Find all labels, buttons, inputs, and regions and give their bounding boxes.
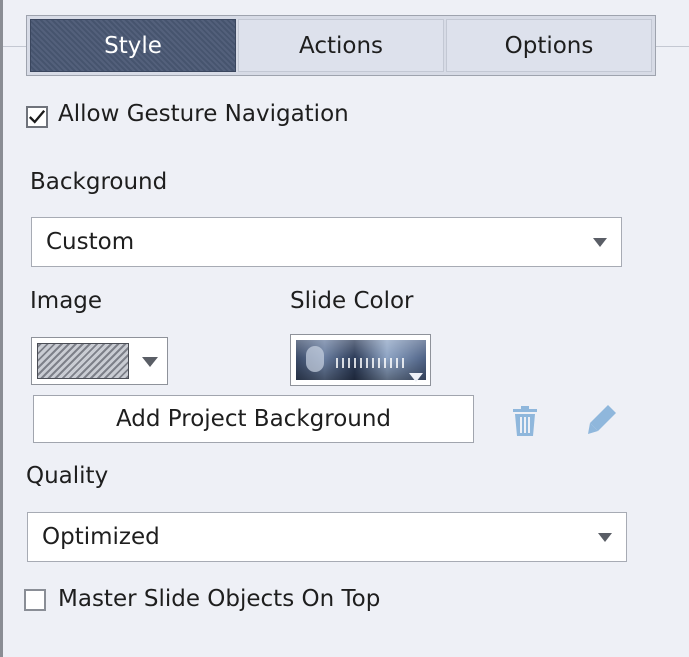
tab-actions[interactable]: Actions (238, 19, 444, 72)
master-slide-on-top-label: Master Slide Objects On Top (58, 586, 381, 612)
quality-value: Optimized (42, 524, 160, 550)
gesture-navigation-label: Allow Gesture Navigation (58, 101, 349, 127)
image-preview-swatch (37, 343, 129, 379)
slide-color-label: Slide Color (290, 288, 414, 314)
chevron-down-icon (142, 357, 158, 367)
edit-button[interactable] (584, 402, 620, 436)
add-project-background-button[interactable]: Add Project Background (33, 395, 474, 443)
slide-color-preview (296, 340, 426, 380)
tab-style[interactable]: Style (30, 19, 236, 72)
trash-icon (513, 406, 537, 436)
image-label: Image (30, 288, 103, 314)
chevron-down-icon (598, 533, 612, 542)
tab-options[interactable]: Options (446, 19, 652, 72)
image-picker[interactable] (31, 337, 168, 385)
properties-panel: Style Actions Options Allow Gesture Navi… (0, 0, 689, 657)
master-slide-on-top-checkbox[interactable] (24, 589, 46, 611)
panel-left-border (0, 0, 3, 657)
chevron-down-icon (409, 373, 423, 382)
quality-select[interactable]: Optimized (27, 512, 627, 562)
chevron-down-icon (593, 238, 607, 247)
slide-color-picker[interactable] (290, 334, 431, 386)
background-value: Custom (46, 229, 135, 255)
checkmark-icon (28, 109, 46, 124)
background-label: Background (30, 169, 168, 195)
tab-bar: Style Actions Options (26, 15, 656, 76)
quality-label: Quality (26, 463, 109, 489)
delete-button[interactable] (510, 404, 540, 438)
pencil-icon (588, 405, 616, 434)
divider (656, 46, 689, 47)
gesture-navigation-checkbox[interactable] (26, 106, 48, 128)
background-select[interactable]: Custom (31, 217, 622, 267)
divider (3, 46, 27, 47)
